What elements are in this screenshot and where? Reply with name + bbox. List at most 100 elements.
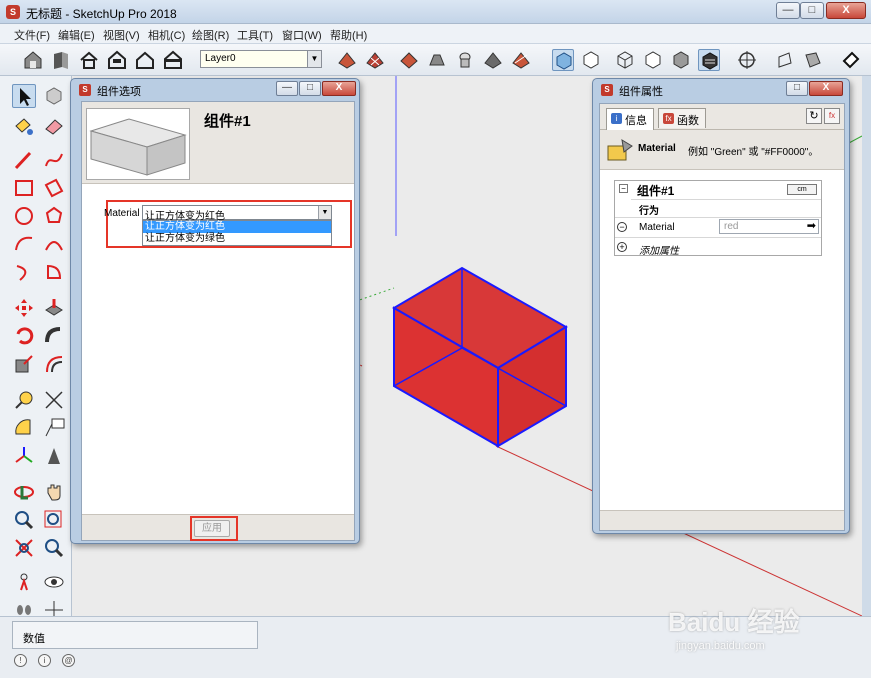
back-view-icon[interactable] [162,49,184,71]
menu-camera[interactable]: 相机(C) [148,27,185,43]
remove-attribute-icon[interactable]: − [617,222,627,232]
protractor-icon[interactable] [12,416,36,440]
material-value-field[interactable]: red ➡ [719,219,819,234]
account-icon[interactable]: @ [62,654,75,667]
components-icon[interactable] [50,49,72,71]
unit-badge[interactable]: cm [787,184,817,195]
dialog-footer: 应用 [82,514,354,541]
follow-me-icon[interactable] [42,324,66,348]
look-around-icon[interactable] [774,49,796,71]
menu-view[interactable]: 视图(V) [103,27,140,43]
make-component-icon[interactable] [42,84,66,108]
push-pull-icon[interactable] [42,296,66,320]
rotate-icon[interactable] [12,324,36,348]
tab-functions[interactable]: fx 函数 [658,108,706,128]
paint-bucket-icon[interactable] [12,114,36,138]
previous-view-icon[interactable] [42,536,66,560]
add-attribute-row[interactable]: + 添加属性 [615,237,821,257]
apply-button[interactable]: 应用 [194,520,230,537]
sandbox-contours-icon[interactable] [336,49,358,71]
credits-icon[interactable]: i [38,654,51,667]
add-icon[interactable]: + [617,242,627,252]
orbit-icon[interactable] [736,49,758,71]
smoove-icon[interactable] [398,49,420,71]
pie-icon[interactable] [42,260,66,284]
menu-draw[interactable]: 绘图(R) [192,27,229,43]
add-detail-icon[interactable] [482,49,504,71]
cube[interactable] [392,266,568,448]
eraser-icon[interactable] [42,114,66,138]
behavior-row[interactable]: 行为 [631,199,821,217]
menu-file[interactable]: 文件(F) [14,27,50,43]
three-point-arc-icon[interactable] [12,260,36,284]
sandbox-grid-icon[interactable] [364,49,386,71]
shaded-textures-icon[interactable] [698,49,720,71]
wireframe-icon[interactable] [614,49,636,71]
polygon-icon[interactable] [42,204,66,228]
side-view-icon[interactable] [134,49,156,71]
scale-icon[interactable] [12,352,36,376]
layer-dropdown[interactable]: Layer0 ▼ [200,50,322,68]
maximize-button[interactable]: □ [786,81,808,96]
rectangle-icon[interactable] [12,176,36,200]
menu-tools[interactable]: 工具(T) [237,27,273,43]
pan-hand-icon[interactable] [42,480,66,504]
dimension-icon[interactable] [42,388,66,412]
option-green[interactable]: 让正方体变为绿色 [143,233,331,245]
orbit-tool-icon[interactable] [12,480,36,504]
menu-window[interactable]: 窗口(W) [282,27,322,43]
minimize-button[interactable]: — [276,81,298,96]
maximize-button[interactable]: □ [800,2,824,19]
collapse-icon[interactable]: − [619,184,628,193]
flip-edge-icon[interactable] [510,49,532,71]
line-pencil-icon[interactable] [12,148,36,172]
maximize-button[interactable]: □ [299,81,321,96]
back-edges-icon[interactable] [580,49,602,71]
home-icon[interactable] [78,49,100,71]
shaded-icon[interactable] [670,49,692,71]
move-icon[interactable] [12,296,36,320]
zoom-icon[interactable] [12,508,36,532]
refresh-icon[interactable]: ↻ [806,108,822,124]
geo-location-icon[interactable]: ! [14,654,27,667]
menu-help[interactable]: 帮助(H) [330,27,367,43]
tape-measure-icon[interactable] [12,388,36,412]
measurements-box[interactable]: 数值 [12,621,258,649]
minimize-button[interactable]: — [776,2,800,19]
close-button[interactable]: X [809,81,843,96]
zoom-window-icon[interactable] [42,508,66,532]
two-point-arc-icon[interactable] [42,232,66,256]
stamp-icon[interactable] [426,49,448,71]
xray-view-icon[interactable] [552,49,574,71]
section-plane-icon[interactable] [802,49,824,71]
drape-icon[interactable] [454,49,476,71]
axes-icon[interactable] [12,444,36,468]
circle-icon[interactable] [12,204,36,228]
tab-info[interactable]: i 信息 [606,108,654,130]
rotated-rectangle-icon[interactable] [42,176,66,200]
3d-text-icon[interactable] [42,444,66,468]
front-view-icon[interactable] [106,49,128,71]
arrow-right-icon[interactable]: ➡ [807,221,816,232]
zoom-extents-icon[interactable] [12,536,36,560]
menu-edit[interactable]: 编辑(E) [58,27,95,43]
toggle-formula-icon[interactable]: fx [824,108,840,124]
close-button[interactable]: X [826,2,866,19]
offset-icon[interactable] [42,352,66,376]
hidden-line-icon[interactable] [642,49,664,71]
freehand-icon[interactable] [42,148,66,172]
material-label: Material [104,208,140,219]
warehouse-icon[interactable] [22,49,44,71]
text-icon[interactable] [42,416,66,440]
chevron-down-icon[interactable]: ▼ [318,206,331,219]
look-around-eye-icon[interactable] [42,570,66,594]
material-dropdown[interactable]: 让正方体变为红色 ▼ [142,205,332,222]
dialog-title: 组件选项 [97,86,141,98]
option-red[interactable]: 让正方体变为红色 [143,221,331,233]
position-camera-icon[interactable] [12,570,36,594]
chevron-down-icon[interactable]: ▼ [307,51,321,67]
select-arrow-icon[interactable] [12,84,36,108]
close-button[interactable]: X [322,81,356,96]
paint-shading-icon[interactable] [840,49,862,71]
arc-icon[interactable] [12,232,36,256]
